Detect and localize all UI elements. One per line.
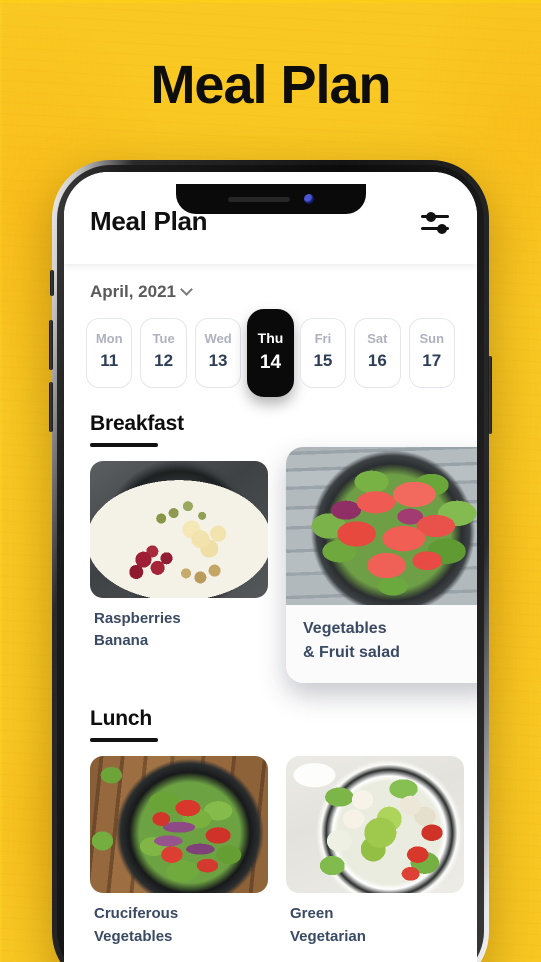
day-cell-tue[interactable]: Tue 12 (140, 318, 187, 388)
app-content: April, 2021 Mon 11 Tue 12 Wed 13 Thu 14 … (64, 264, 477, 962)
meal-caption: Green Vegetarian (286, 893, 464, 949)
day-number: 14 (259, 352, 282, 373)
meal-caption-line2: Vegetables (94, 927, 173, 945)
meal-caption-line1: Green (290, 905, 334, 923)
day-number: 13 (208, 350, 228, 370)
meal-caption: Cruciferous Vegetables (90, 893, 268, 949)
mute-switch[interactable] (50, 270, 54, 296)
meal-plan-app: Meal Plan April, 2021 Mon 11 Tue 12 Wed … (64, 172, 477, 962)
speaker-grille-icon (227, 196, 290, 202)
month-label: April, 2021 (90, 282, 176, 301)
meal-thumbnail (90, 756, 268, 894)
day-cell-thu-selected[interactable]: Thu 14 (247, 309, 294, 397)
day-cell-sat[interactable]: Sat 16 (354, 318, 401, 388)
lunch-card-list: Cruciferous Vegetables Green Vegetarian (64, 742, 477, 949)
day-name: Sat (367, 331, 388, 346)
power-button[interactable] (488, 356, 492, 434)
week-day-strip: Mon 11 Tue 12 Wed 13 Thu 14 Fri 15 Sat 1… (64, 302, 477, 397)
meal-thumbnail (286, 446, 477, 605)
sliders-knob-top (426, 211, 436, 222)
meal-thumbnail (90, 460, 268, 598)
meal-caption-line1: Raspberries (94, 609, 181, 627)
day-cell-mon[interactable]: Mon 11 (86, 318, 133, 388)
day-cell-sun[interactable]: Sun 17 (408, 318, 455, 388)
day-number: 12 (154, 350, 174, 370)
day-number: 16 (367, 350, 387, 370)
meal-caption-line1: Cruciferous (94, 905, 179, 923)
section-title: Lunch (90, 707, 152, 731)
meal-caption: Vegetables & Fruit salad (286, 605, 477, 684)
meal-card-vegetables-fruit-salad[interactable]: Vegetables & Fruit salad (286, 446, 477, 684)
meal-thumbnail (286, 756, 464, 894)
sliders-icon[interactable] (421, 211, 451, 234)
day-cell-fri[interactable]: Fri 15 (299, 318, 347, 388)
day-number: 15 (313, 350, 333, 370)
watermelon-green-salad-image (286, 446, 477, 605)
sliders-knob-bottom (437, 223, 447, 234)
phone-screen: Meal Plan April, 2021 Mon 11 Tue 12 Wed … (64, 172, 477, 962)
day-name: Sun (419, 331, 445, 346)
phone-mockup: Meal Plan April, 2021 Mon 11 Tue 12 Wed … (49, 160, 492, 962)
day-number: 11 (100, 350, 119, 370)
dark-bowl-green-salad-image (90, 756, 268, 894)
breakfast-card-list: Raspberries Banana Vegetables & Fruit sa… (64, 446, 477, 684)
meal-caption-line2: Vegetarian (290, 927, 366, 945)
phone-notch (175, 184, 366, 214)
meal-card-green-vegetarian[interactable]: Green Vegetarian (286, 756, 464, 949)
day-name: Thu (257, 330, 284, 346)
meal-caption-line2: & Fruit salad (303, 643, 400, 661)
month-selector[interactable]: April, 2021 (64, 264, 477, 302)
yogurt-bowl-raspberries-banana-image (90, 460, 268, 598)
day-name: Tue (152, 331, 175, 346)
meal-card-cruciferous-vegetables[interactable]: Cruciferous Vegetables (90, 756, 268, 949)
volume-down-button[interactable] (49, 382, 53, 432)
meal-card-raspberries-banana[interactable]: Raspberries Banana (90, 460, 268, 684)
meal-caption-line1: Vegetables (303, 619, 387, 637)
white-bowl-avocado-egg-image (286, 756, 464, 894)
section-title: Breakfast (90, 411, 184, 435)
day-cell-wed[interactable]: Wed 13 (194, 318, 242, 388)
day-name: Mon (95, 331, 123, 346)
meal-caption-line2: Banana (94, 632, 149, 650)
meal-caption: Raspberries Banana (90, 598, 268, 654)
front-camera-icon (303, 194, 314, 204)
day-number: 17 (422, 350, 442, 370)
page-title: Meal Plan (150, 55, 391, 115)
day-name: Wed (204, 331, 232, 346)
day-name: Fri (314, 331, 332, 346)
volume-up-button[interactable] (49, 320, 53, 370)
section-lunch-header: Lunch (64, 683, 477, 743)
chevron-down-icon (180, 283, 193, 296)
